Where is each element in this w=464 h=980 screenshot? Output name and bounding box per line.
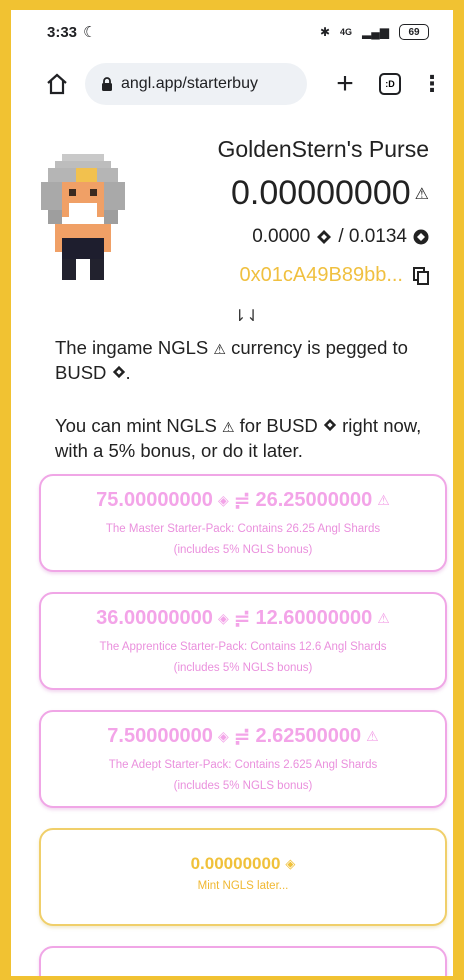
busd-diamond-icon: ◈	[217, 492, 229, 508]
intro-paragraph-1: The ingame NGLS ⚠ currency is pegged to …	[55, 336, 435, 385]
apprentice-pack-button[interactable]: 36.00000000 ◈ ≓ 12.60000000 ⚠ The Appren…	[39, 592, 447, 690]
busd-diamond-icon	[112, 365, 125, 379]
pack-description: The Apprentice Starter-Pack: Contains 12…	[41, 637, 445, 679]
pack-busd-price: 36.00000000	[96, 607, 213, 629]
later-amount-value: 0.00000000	[190, 854, 281, 873]
adept-pack-button[interactable]: 7.50000000 ◈ ≓ 2.62500000 ⚠ The Adept St…	[39, 710, 447, 808]
do-not-disturb-icon: ☾	[83, 24, 97, 41]
tab-count: :D	[385, 79, 395, 89]
busd-diamond-icon: ◈	[217, 610, 229, 626]
home-button[interactable]	[39, 66, 75, 102]
browser-toolbar: angl.app/starterbuy + :D ⋮	[11, 54, 453, 114]
busd-diamond-icon	[317, 230, 332, 244]
pack-bonus-text: (includes 5% NGLS bonus)	[173, 662, 313, 674]
pack-amount: 75.00000000 ◈ ≓ 26.25000000 ⚠	[41, 488, 445, 513]
busd-diamond-icon: ◈	[285, 856, 296, 871]
bnb-coin-icon	[413, 229, 429, 245]
pack-description: The Adept Starter-Pack: Contains 2.625 A…	[41, 755, 445, 797]
pack-desc-text: The Master Starter-Pack: Contains 26.25 …	[105, 523, 381, 535]
pack-busd-price: 7.50000000	[107, 725, 213, 747]
later-amount: 0.00000000 ◈	[41, 854, 445, 874]
more-vert-icon: ⋮	[421, 71, 443, 96]
url-text: angl.app/starterbuy	[121, 75, 258, 92]
copy-icon[interactable]	[413, 266, 429, 285]
ngls-balance: 0.00000000 ⚠	[231, 174, 429, 213]
ngls-triangle-icon: ⚠	[366, 728, 379, 744]
bluetooth-icon: ✱	[319, 25, 331, 39]
battery-level: 69	[408, 26, 420, 38]
pack-ngls-amount: 2.62500000	[255, 725, 362, 747]
wallet-address: 0x01cA49B89bb...	[240, 264, 429, 287]
swap-arrows-icon: ⇂⇃	[233, 308, 260, 325]
pack-desc-text: The Apprentice Starter-Pack: Contains 12…	[99, 641, 387, 653]
browser-menu-button[interactable]: ⋮	[421, 71, 443, 97]
mint-later-button[interactable]: 0.00000000 ◈ Mint NGLS later...	[39, 828, 447, 926]
ngls-balance-value: 0.00000000	[231, 174, 411, 212]
pack-ngls-amount: 26.25000000	[255, 489, 373, 511]
address-bar[interactable]: angl.app/starterbuy	[85, 63, 307, 105]
pack-amount: 7.50000000 ◈ ≓ 2.62500000 ⚠	[41, 724, 445, 749]
ngls-triangle-icon: ⚠	[221, 419, 235, 435]
later-label: Mint NGLS later...	[197, 880, 289, 892]
new-tab-button[interactable]: +	[329, 69, 361, 99]
pack-description: The Master Starter-Pack: Contains 26.25 …	[41, 519, 445, 561]
token-balances: 0.0000 / 0.0134	[252, 226, 429, 248]
signal-icon: ▂▄▆	[362, 25, 389, 39]
intro-text-1c: .	[125, 362, 131, 383]
next-pack-button-partial[interactable]	[39, 946, 447, 980]
equals-icon: ≓	[233, 726, 251, 748]
player-avatar	[41, 154, 125, 280]
status-bar: 3:33 ☾ ✱ 4G ▂▄▆ 69	[11, 10, 453, 54]
equals-icon: ≓	[233, 490, 251, 512]
pack-amount: 36.00000000 ◈ ≓ 12.60000000 ⚠	[41, 606, 445, 631]
pack-ngls-amount: 12.60000000	[255, 607, 373, 629]
bnb-balance-value: / 0.0134	[338, 226, 407, 247]
ngls-triangle-icon: ⚠	[213, 341, 226, 357]
pack-busd-price: 75.00000000	[96, 489, 213, 511]
pack-bonus-text: (includes 5% NGLS bonus)	[173, 544, 313, 556]
wallet-address-value: 0x01cA49B89bb...	[239, 264, 403, 286]
intro-text-2b: for BUSD	[239, 415, 318, 436]
intro-text-1a: The ingame NGLS	[55, 337, 209, 358]
master-pack-button[interactable]: 75.00000000 ◈ ≓ 26.25000000 ⚠ The Master…	[39, 474, 447, 572]
status-time: 3:33	[47, 23, 78, 41]
pack-bonus-text: (includes 5% NGLS bonus)	[173, 780, 313, 792]
network-label: 4G	[340, 27, 353, 37]
lock-icon	[102, 76, 112, 91]
busd-diamond-icon: ◈	[217, 728, 229, 744]
page-content: GoldenStern's Purse 0.00000000 ⚠ 0.0000 …	[11, 114, 453, 980]
intro-paragraph-2: You can mint NGLS ⚠ for BUSD right now, …	[55, 414, 435, 463]
equals-icon: ≓	[233, 608, 251, 630]
pack-desc-text: The Adept Starter-Pack: Contains 2.625 A…	[108, 759, 378, 771]
busd-diamond-icon	[323, 418, 337, 432]
battery-icon: 69	[399, 24, 429, 40]
wallet-title: GoldenStern's Purse	[217, 136, 429, 162]
ngls-triangle-icon: ⚠	[414, 185, 429, 203]
ngls-triangle-icon: ⚠	[377, 610, 390, 626]
plus-icon: +	[336, 67, 354, 100]
ngls-triangle-icon: ⚠	[377, 492, 390, 508]
home-icon	[47, 73, 67, 95]
busd-balance-value: 0.0000	[252, 226, 311, 247]
tab-switcher-button[interactable]: :D	[379, 73, 401, 95]
intro-text-2a: You can mint NGLS	[55, 415, 217, 436]
